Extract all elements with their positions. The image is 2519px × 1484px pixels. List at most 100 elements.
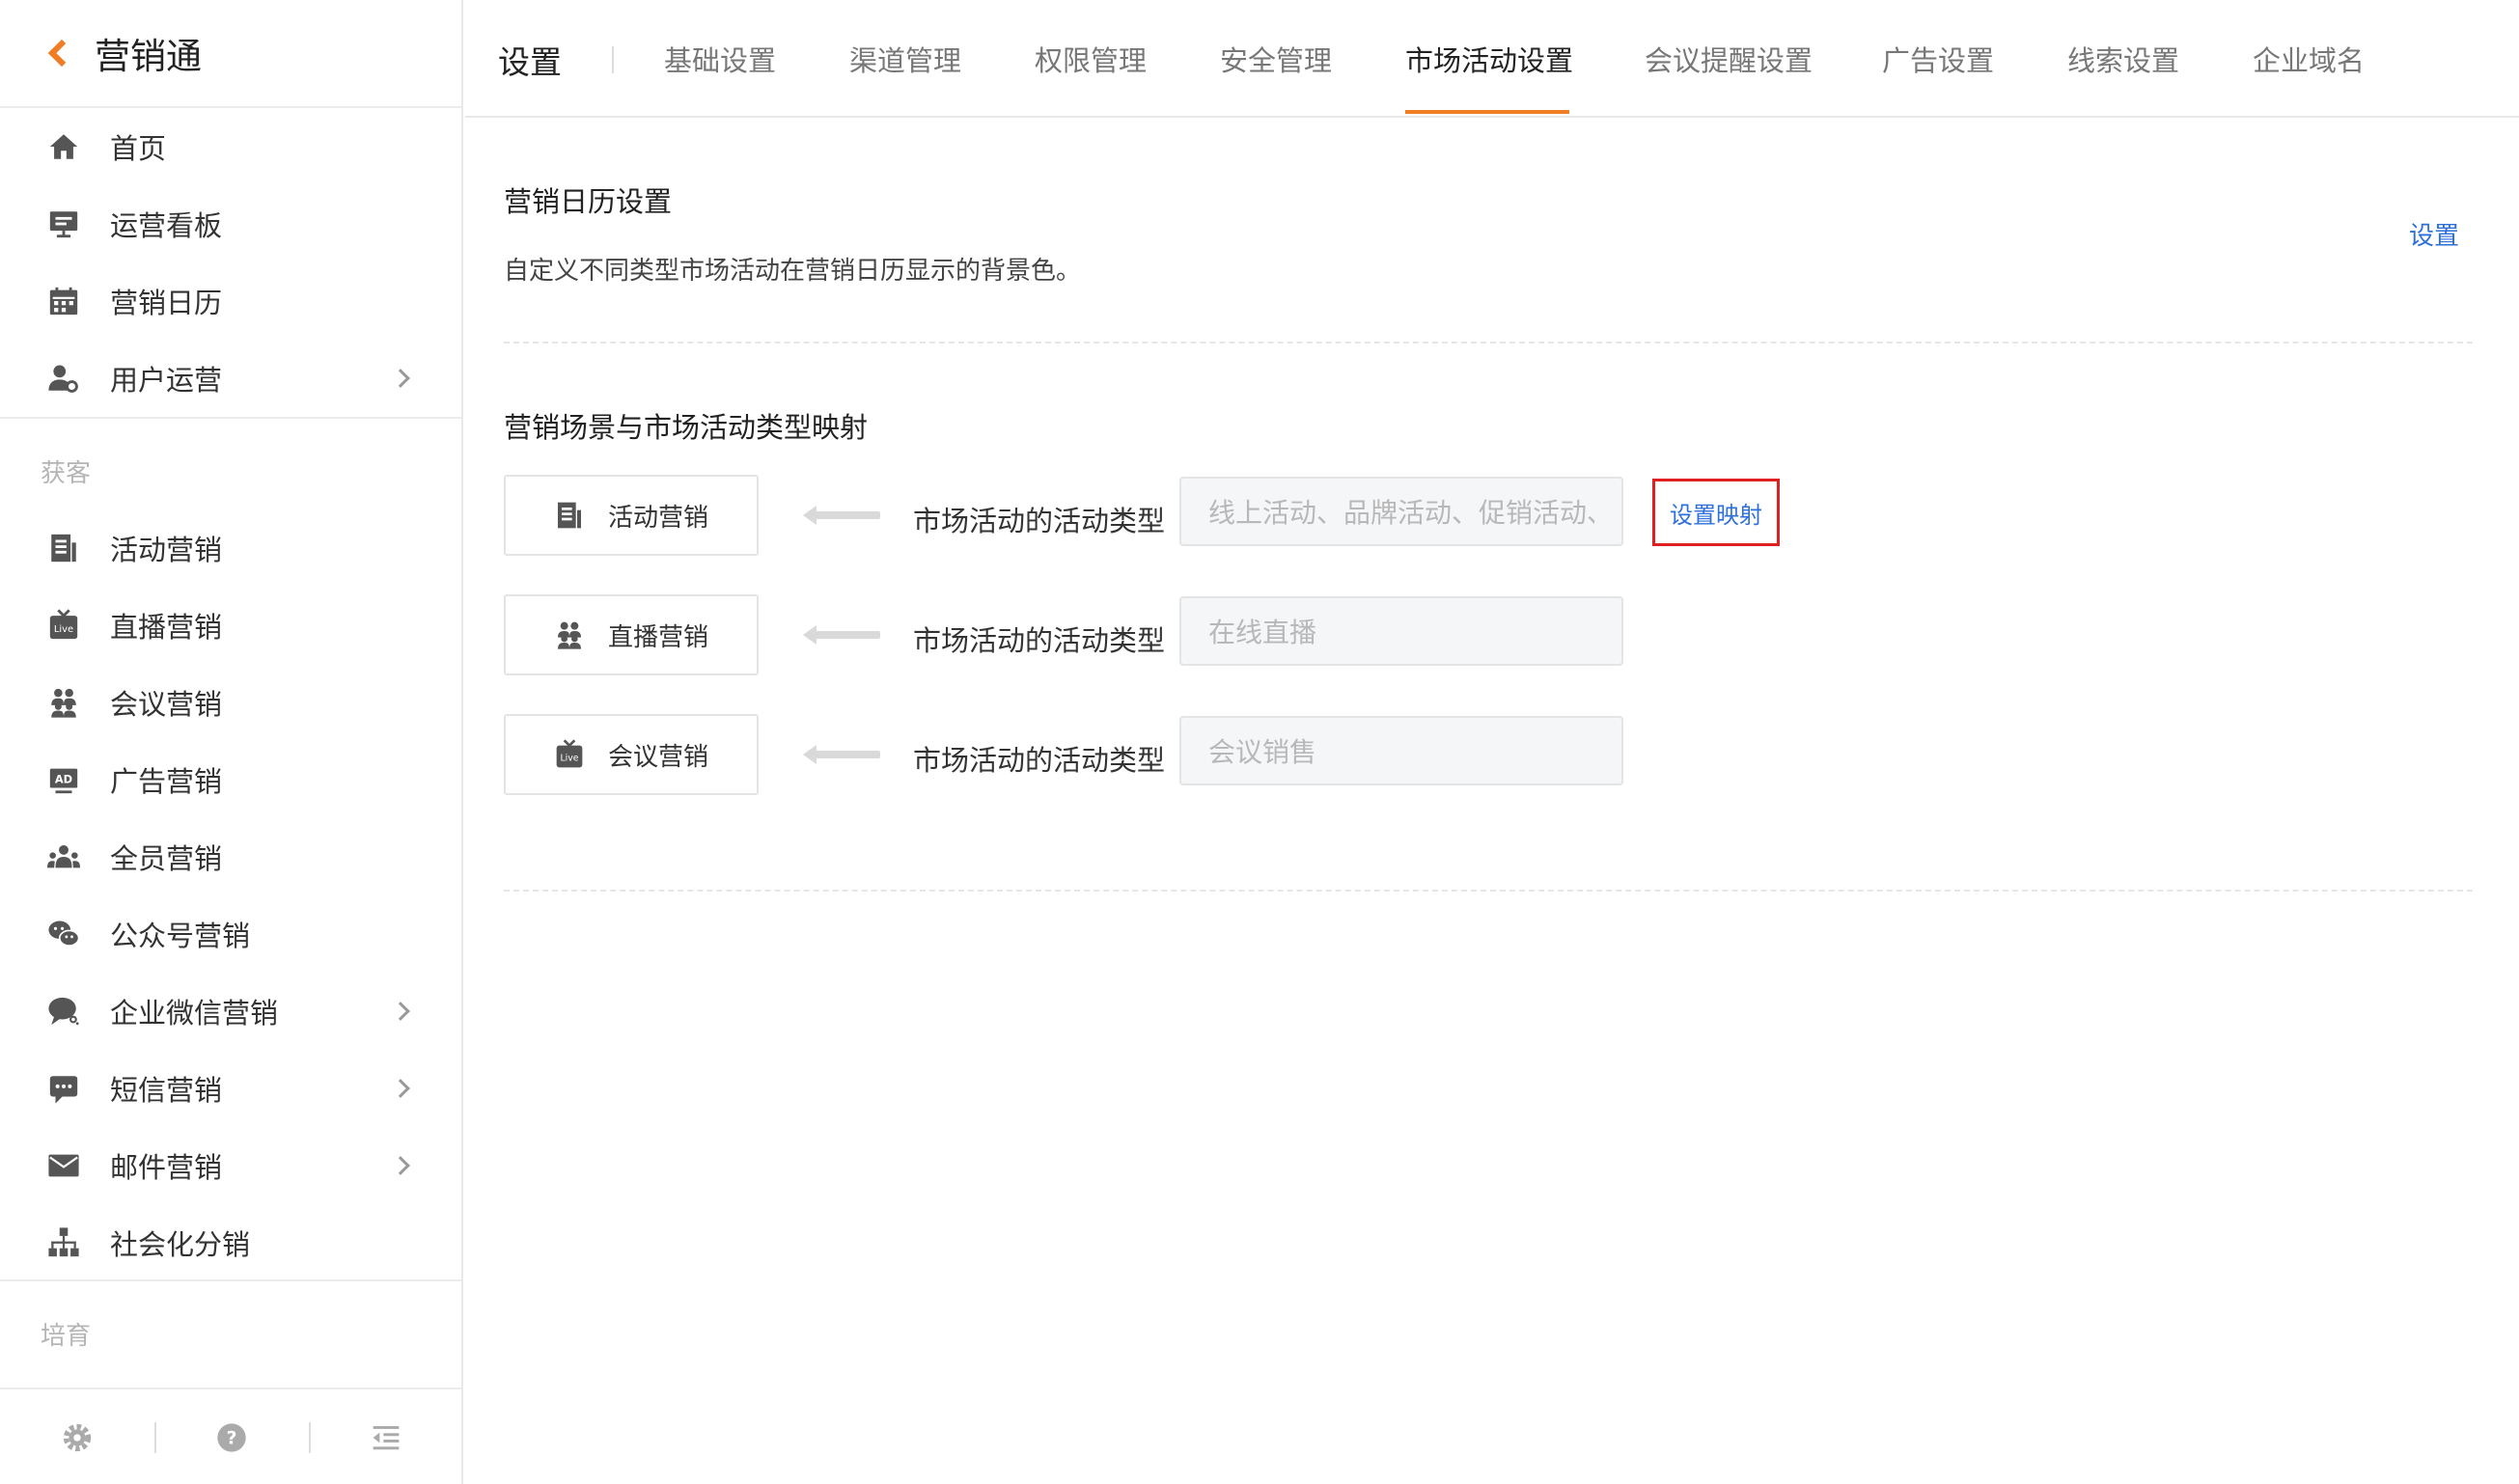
mapping-label: 市场活动的活动类型 (913, 624, 1166, 657)
sidebar-item-calendar[interactable]: 营销日历 (0, 262, 461, 340)
mapping-section-title: 营销场景与市场活动类型映射 (504, 411, 869, 444)
sidebar-item-label: 短信营销 (110, 1074, 223, 1107)
section-label-nurture: 培育 (41, 1322, 92, 1351)
people-group-icon (557, 621, 581, 649)
sidebar: 营销通 首页 运营看板 营销日历 用户运营 获客 活动营销 Live 直播营销 … (0, 0, 463, 1484)
top-tab-bar: 设置 基础设置 渠道管理 权限管理 安全管理 市场活动设置 会议提醒设置 广告设… (465, 0, 2519, 118)
set-mapping-button[interactable]: 设置映射 (1652, 479, 1780, 546)
wechat-icon (46, 917, 81, 951)
main-content: 营销日历设置 自定义不同类型市场活动在营销日历显示的背景色。 设置 营销场景与市… (465, 120, 2519, 1484)
sidebar-item-live-marketing[interactable]: Live 直播营销 (0, 587, 461, 664)
chat-bubble-icon (46, 994, 81, 1029)
page-title: 设置 (498, 43, 562, 81)
sidebar-item-label: 会议营销 (110, 688, 223, 721)
sidebar-item-ad-marketing[interactable]: AD 广告营销 (0, 741, 461, 818)
live-icon: Live (46, 608, 81, 643)
calendar-settings-description: 自定义不同类型市场活动在营销日历显示的背景色。 (504, 257, 1082, 286)
section-label-acquire: 获客 (41, 459, 92, 488)
collapse-menu-icon[interactable] (363, 1415, 409, 1461)
sidebar-item-all-staff-marketing[interactable]: 全员营销 (0, 818, 461, 895)
sidebar-item-label: 全员营销 (110, 842, 223, 875)
svg-text:?: ? (227, 1429, 237, 1449)
sidebar-item-label: 公众号营销 (110, 920, 251, 952)
sidebar-divider (0, 417, 461, 419)
svg-text:Live: Live (54, 624, 73, 635)
user-settings-icon (46, 361, 81, 396)
set-mapping-label: 设置映射 (1670, 501, 1762, 529)
document-icon (557, 502, 581, 529)
sidebar-item-label: 企业微信营销 (110, 997, 279, 1030)
scene-activity-marketing: 活动营销 (504, 475, 759, 556)
tab-permission-management[interactable]: 权限管理 (1035, 39, 1147, 79)
mapping-label: 市场活动的活动类型 (913, 744, 1166, 777)
tab-basic-settings[interactable]: 基础设置 (664, 39, 776, 79)
sidebar-item-sms-marketing[interactable]: 短信营销 (0, 1050, 461, 1127)
calendar-settings-title: 营销日历设置 (504, 185, 673, 218)
sidebar-item-home[interactable]: 首页 (0, 108, 461, 185)
sidebar-item-label: 广告营销 (110, 765, 223, 798)
tab-market-activity-settings[interactable]: 市场活动设置 (1405, 39, 1573, 79)
footer-divider (309, 1422, 311, 1453)
sms-icon (46, 1071, 81, 1106)
back-icon[interactable] (47, 39, 76, 68)
ad-icon: AD (46, 762, 81, 797)
dashboard-board-icon (46, 206, 81, 241)
org-tree-icon (46, 1225, 81, 1260)
activity-type-value: 会议销售 (1208, 736, 1317, 768)
sidebar-item-label: 运营看板 (110, 209, 223, 242)
sidebar-item-user-ops[interactable]: 用户运营 (0, 340, 461, 417)
calendar-icon (46, 284, 81, 318)
sidebar-item-official-account-marketing[interactable]: 公众号营销 (0, 895, 461, 973)
svg-text:AD: AD (55, 773, 72, 786)
sidebar-item-label: 直播营销 (110, 611, 223, 644)
tab-enterprise-domain[interactable]: 企业域名 (2253, 39, 2365, 79)
tab-channel-management[interactable]: 渠道管理 (849, 39, 961, 79)
arrow-left-icon (803, 625, 880, 645)
sidebar-item-label: 营销日历 (110, 287, 223, 319)
sidebar-item-meeting-marketing[interactable]: 会议营销 (0, 664, 461, 741)
sidebar-item-social-distribution[interactable]: 社会化分销 (0, 1204, 461, 1281)
tab-meeting-reminder-settings[interactable]: 会议提醒设置 (1645, 39, 1813, 79)
document-icon (46, 531, 81, 565)
activity-type-field: 会议销售 (1179, 716, 1623, 785)
tab-security-management[interactable]: 安全管理 (1220, 39, 1332, 79)
activity-type-field: 线上活动、品牌活动、促销活动、 (1179, 477, 1623, 546)
sidebar-footer: ? (0, 1388, 461, 1484)
chevron-right-icon (391, 1002, 410, 1021)
mapping-label: 市场活动的活动类型 (913, 505, 1166, 537)
scene-meeting-marketing: Live 会议营销 (504, 714, 759, 795)
app-title: 营销通 (95, 36, 202, 77)
section-divider (504, 342, 2473, 344)
app-header: 营销通 (0, 0, 461, 108)
arrow-left-icon (803, 745, 880, 764)
active-tab-indicator (1405, 110, 1569, 114)
mail-icon (46, 1148, 81, 1183)
sidebar-item-dashboard[interactable]: 运营看板 (0, 185, 461, 262)
activity-type-value: 线上活动、品牌活动、促销活动、 (1208, 497, 1594, 529)
scene-label: 直播营销 (607, 622, 708, 652)
live-icon: Live (556, 739, 583, 768)
tab-lead-settings[interactable]: 线索设置 (2067, 39, 2179, 79)
activity-type-value: 在线直播 (1208, 617, 1317, 648)
chevron-right-icon (391, 369, 410, 388)
calendar-settings-link[interactable]: 设置 (2409, 216, 2459, 252)
sidebar-item-label: 邮件营销 (110, 1151, 223, 1184)
sidebar-item-label: 社会化分销 (110, 1228, 251, 1261)
team-icon (46, 839, 81, 874)
svg-text:Live: Live (560, 754, 578, 764)
sidebar-item-wecom-marketing[interactable]: 企业微信营销 (0, 973, 461, 1050)
chevron-right-icon (391, 1079, 410, 1098)
gear-icon[interactable] (54, 1415, 100, 1461)
sidebar-item-label: 用户运营 (110, 364, 223, 397)
title-divider (612, 46, 614, 73)
home-icon (46, 129, 81, 164)
chevron-right-icon (391, 1156, 410, 1175)
help-icon[interactable]: ? (208, 1415, 255, 1461)
sidebar-item-activity-marketing[interactable]: 活动营销 (0, 509, 461, 587)
footer-divider (154, 1422, 156, 1453)
activity-type-field: 在线直播 (1179, 596, 1623, 666)
scene-live-marketing: 直播营销 (504, 594, 759, 675)
tab-ad-settings[interactable]: 广告设置 (1882, 39, 1994, 79)
sidebar-item-mail-marketing[interactable]: 邮件营销 (0, 1127, 461, 1204)
arrow-left-icon (803, 506, 880, 525)
